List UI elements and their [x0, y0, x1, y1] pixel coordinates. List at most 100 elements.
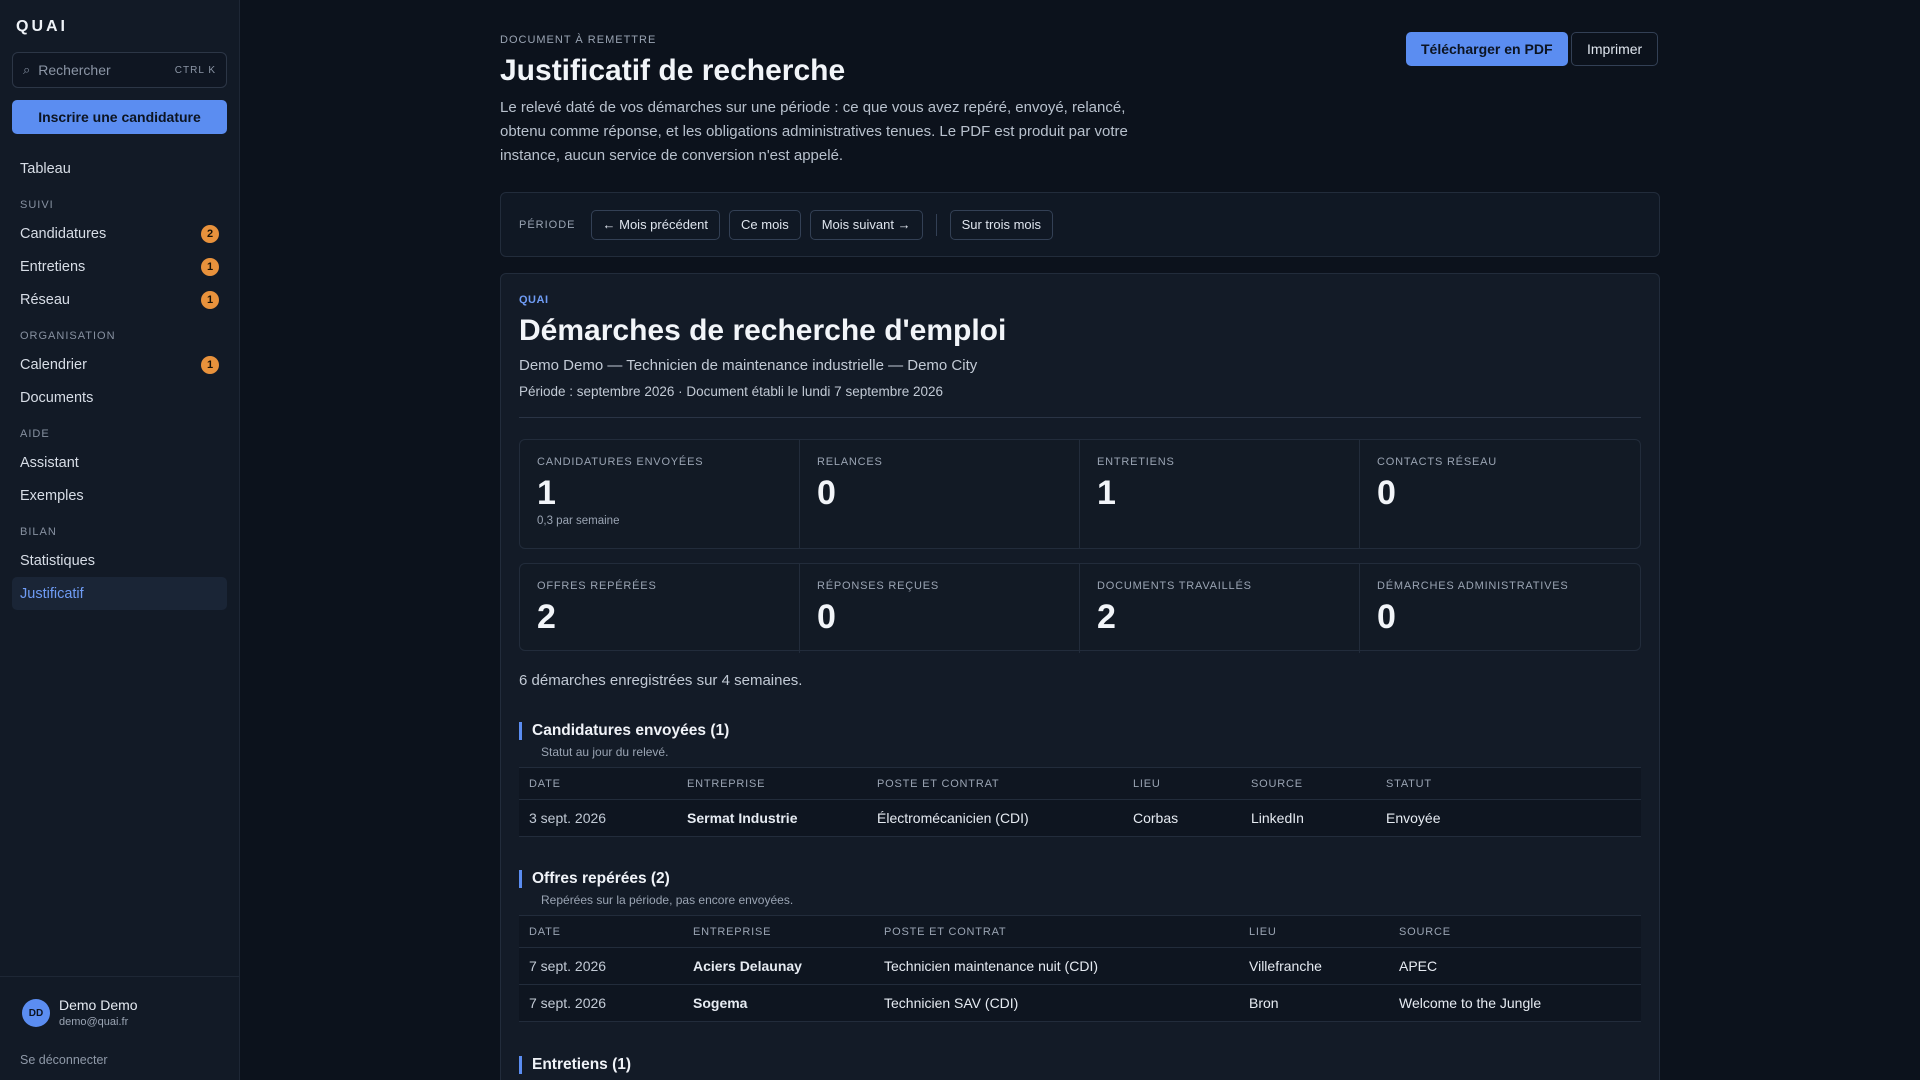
sidebar-item-reseau[interactable]: Réseau 1 [12, 283, 227, 316]
stat-network: CONTACTS RÉSEAU 0 [1360, 440, 1640, 548]
cell-company: Sogema [683, 984, 874, 1022]
stat-label: ENTRETIENS [1097, 456, 1175, 468]
nav-section-organisation: ORGANISATION [20, 330, 116, 342]
sidebar-nav: Tableau SUIVI Candidatures 2 Entretiens 1 … [12, 152, 227, 610]
user-name: Demo Demo [59, 997, 138, 1013]
download-pdf-button[interactable]: Télécharger en PDF [1406, 32, 1568, 66]
column-header: SOURCE [1399, 925, 1451, 938]
nav-section-aide: AIDE [20, 428, 50, 440]
sent-applications-table: DATE ENTREPRISE POSTE ET CONTRAT LIEU SO… [519, 767, 1641, 837]
cell-position: Électromécanicien (CDI) [867, 799, 1123, 837]
column-header: DATE [529, 925, 561, 938]
table-row: 7 sept. 2026 Aciers Delaunay Technicien … [519, 947, 1641, 985]
sidebar-item-label: Candidatures [20, 225, 107, 242]
stats-row-1: CANDIDATURES ENVOYÉES 1 0,3 par semaine … [519, 439, 1641, 549]
sidebar-item-entretiens[interactable]: Entretiens 1 [12, 250, 227, 283]
period-toolbar: PÉRIODE ← Mois précédent Ce mois Mois su… [500, 192, 1660, 257]
cell-location: Bron [1239, 984, 1389, 1022]
sidebar-item-assistant[interactable]: Assistant [12, 446, 227, 479]
toolbar-divider [935, 213, 937, 236]
page-eyebrow: DOCUMENT À REMETTRE [500, 34, 657, 46]
add-application-button[interactable]: Inscrire une candidature [12, 100, 227, 134]
sidebar-item-tableau[interactable]: Tableau [12, 152, 227, 185]
count-badge: 1 [201, 257, 219, 276]
brand-logo: QUAI [16, 18, 68, 35]
sidebar-item-statistiques[interactable]: Statistiques [12, 544, 227, 577]
stat-value: 2 [1097, 598, 1116, 636]
stat-label: RÉPONSES REÇUES [817, 580, 940, 592]
section-title: Offres repérées (2) [519, 870, 1641, 888]
nav-section-bilan: BILAN [20, 526, 57, 538]
stat-documents: DOCUMENTS TRAVAILLÉS 2 [1080, 564, 1360, 653]
section-title: Entretiens (1) [519, 1056, 1641, 1074]
cell-location: Villefranche [1239, 947, 1389, 985]
column-header: ENTREPRISE [693, 925, 772, 938]
cell-date: 3 sept. 2026 [519, 799, 677, 837]
sidebar-item-justificatif[interactable]: Justificatif [12, 577, 227, 610]
stat-spotted: OFFRES REPÉRÉES 2 [520, 564, 800, 653]
column-header: LIEU [1249, 925, 1277, 938]
spotted-offers-table: DATE ENTREPRISE POSTE ET CONTRAT LIEU SO… [519, 915, 1641, 1022]
stat-value: 0 [817, 598, 836, 636]
three-months-button[interactable]: Sur trois mois [949, 209, 1054, 240]
cell-source: LinkedIn [1241, 799, 1376, 837]
cell-source: APEC [1389, 947, 1641, 985]
table-header-row: DATE ENTREPRISE POSTE ET CONTRAT LIEU SO… [519, 915, 1641, 948]
previous-month-button[interactable]: ← Mois précédent [590, 209, 721, 240]
divider [519, 417, 1641, 418]
stat-label: CANDIDATURES ENVOYÉES [537, 456, 704, 468]
section-note: Statut au jour du relevé. [541, 745, 669, 759]
period-label: PÉRIODE [519, 218, 576, 231]
count-badge: 1 [201, 355, 219, 374]
activity-summary: 6 démarches enregistrées sur 4 semaines. [519, 672, 803, 689]
logout-link[interactable]: Se déconnecter [20, 1053, 108, 1067]
current-month-button[interactable]: Ce mois [729, 209, 801, 240]
section-note: Repérées sur la période, pas encore envo… [541, 893, 794, 907]
stat-value: 0 [1377, 474, 1396, 512]
doc-period-meta: Période : septembre 2026 · Document étab… [519, 384, 944, 399]
sidebar-item-documents[interactable]: Documents [12, 381, 227, 414]
user-email: demo@quai.fr [59, 1016, 129, 1028]
sidebar-item-label: Réseau [20, 291, 70, 308]
column-header: LIEU [1133, 777, 1161, 790]
section-spotted-offers: Offres repérées (2) Repérées sur la péri… [519, 870, 1641, 1022]
column-header: SOURCE [1251, 777, 1303, 790]
column-header: STATUT [1386, 777, 1432, 790]
sidebar-item-label: Tableau [20, 160, 71, 177]
next-month-button[interactable]: Mois suivant → [809, 209, 923, 240]
stat-interviews: ENTRETIENS 1 [1080, 440, 1360, 548]
sidebar-item-exemples[interactable]: Exemples [12, 479, 227, 512]
stat-sent: CANDIDATURES ENVOYÉES 1 0,3 par semaine [520, 440, 800, 548]
stat-label: OFFRES REPÉRÉES [537, 580, 657, 592]
search-icon: ⌕ [23, 62, 31, 77]
search-shortcut: CTRL K [174, 64, 216, 76]
stat-label: DÉMARCHES ADMINISTRATIVES [1377, 580, 1569, 592]
sidebar-item-candidatures[interactable]: Candidatures 2 [12, 217, 227, 250]
cell-date: 7 sept. 2026 [519, 947, 683, 985]
column-header: ENTREPRISE [687, 777, 766, 790]
avatar[interactable]: DD [22, 999, 50, 1027]
print-button[interactable]: Imprimer [1571, 32, 1659, 66]
stat-note: 0,3 par semaine [537, 515, 620, 527]
sidebar-item-label: Statistiques [20, 552, 95, 569]
stat-admin: DÉMARCHES ADMINISTRATIVES 0 [1360, 564, 1640, 653]
column-header: POSTE ET CONTRAT [877, 777, 1000, 790]
stat-value: 1 [537, 474, 556, 512]
cell-status: Envoyée [1376, 799, 1641, 837]
cell-company: Sermat Industrie [677, 799, 867, 837]
stat-label: CONTACTS RÉSEAU [1377, 456, 1497, 468]
search-placeholder: Rechercher [38, 62, 111, 78]
stat-value: 1 [1097, 474, 1116, 512]
search-input[interactable]: ⌕ Rechercher CTRL K [12, 52, 227, 88]
column-header: DATE [529, 777, 561, 790]
section-title: Candidatures envoyées (1) [519, 722, 1641, 740]
stat-value: 0 [1377, 598, 1396, 636]
cell-location: Corbas [1123, 799, 1241, 837]
nav-section-suivi: SUIVI [20, 199, 54, 211]
sidebar-item-calendrier[interactable]: Calendrier 1 [12, 348, 227, 381]
sidebar-item-label: Exemples [20, 487, 84, 504]
sidebar-footer: DD Demo Demo demo@quai.fr Se déconnecter [0, 976, 240, 1080]
table-header-row: DATE ENTREPRISE POSTE ET CONTRAT LIEU SO… [519, 767, 1641, 800]
stat-value: 0 [817, 474, 836, 512]
cell-date: 7 sept. 2026 [519, 984, 683, 1022]
